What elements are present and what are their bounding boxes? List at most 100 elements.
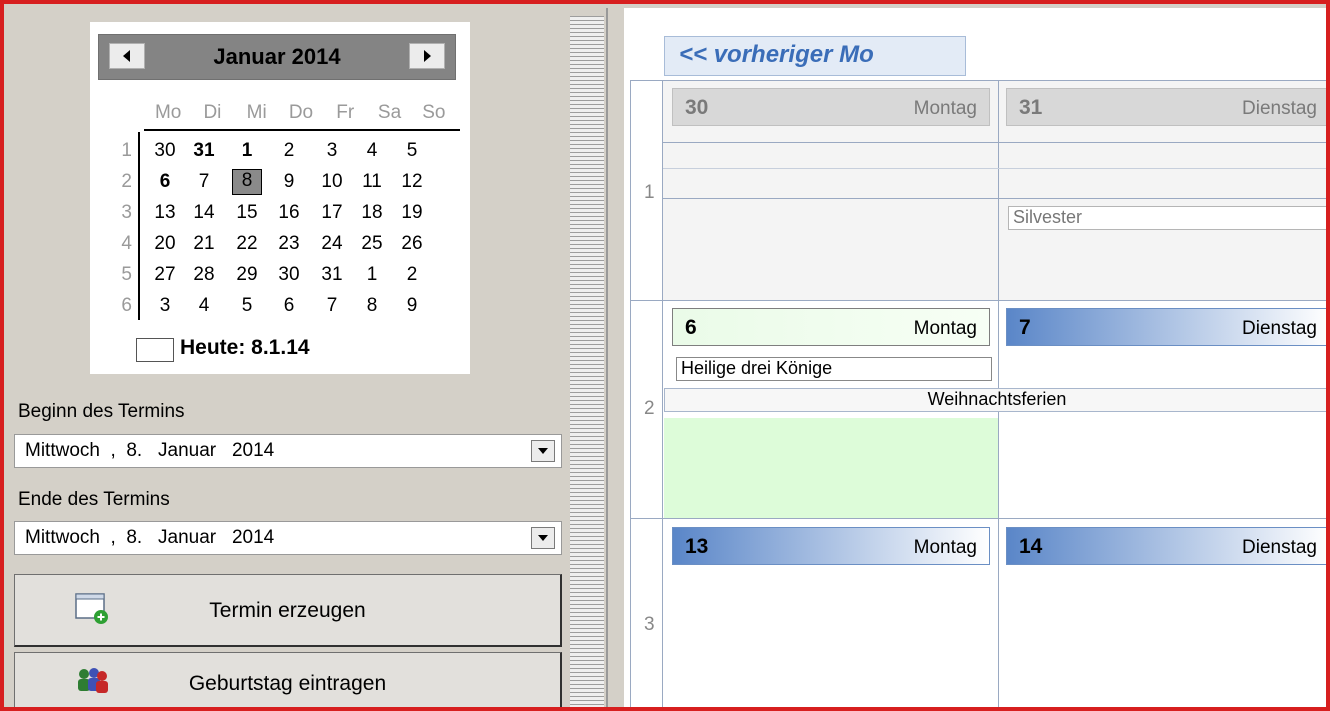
day-number: 6	[685, 316, 697, 339]
calendar-day[interactable]: 28	[183, 264, 225, 286]
weekday-header: Mo Di Mi Do Fr Sa So	[146, 102, 456, 126]
calendar-day[interactable]: 26	[391, 233, 433, 255]
week-number: 3	[644, 614, 655, 635]
day-header[interactable]: 14 Dienstag	[1006, 527, 1326, 565]
calendar-day[interactable]: 31	[311, 264, 353, 286]
app-window: Januar 2014 Mo Di Mi Do Fr Sa So 1 30 31…	[0, 0, 1330, 711]
dropdown-button[interactable]	[531, 440, 555, 462]
divider	[630, 80, 631, 707]
calendar-day[interactable]: 7	[311, 295, 353, 317]
create-appointment-button[interactable]: Termin erzeugen	[14, 574, 562, 647]
day-number: 14	[1019, 535, 1043, 558]
calendar-day[interactable]: 20	[144, 233, 186, 255]
calendar-day[interactable]: 30	[268, 264, 310, 286]
divider	[663, 198, 1326, 199]
next-month-button[interactable]	[409, 43, 445, 69]
calendar-day[interactable]: 12	[391, 171, 433, 193]
calendar-day[interactable]: 30	[144, 140, 186, 162]
weekday-label: Mo	[154, 102, 182, 123]
week-row: 2 6 7 8 9 10 11 12	[108, 169, 468, 201]
calendar-day[interactable]: 9	[268, 171, 310, 193]
calendar-day[interactable]: 14	[183, 202, 225, 224]
day-name: Montag	[913, 318, 977, 339]
calendar-day[interactable]: 3	[144, 295, 186, 317]
splitter-grip	[570, 16, 604, 707]
end-date-value: Mittwoch , 8. Januar 2014	[25, 527, 275, 548]
calendar-day[interactable]: 19	[391, 202, 433, 224]
end-date-picker[interactable]: Mittwoch , 8. Januar 2014	[14, 521, 562, 555]
day-name: Dienstag	[1242, 318, 1317, 339]
calendar-day[interactable]: 4	[183, 295, 225, 317]
calendar-day[interactable]: 2	[268, 140, 310, 162]
calendar-day[interactable]: 6	[268, 295, 310, 317]
week-number: 4	[121, 233, 132, 254]
event-item[interactable]: Silvester	[1008, 206, 1326, 230]
splitter-handle[interactable]	[568, 8, 624, 707]
day-name: Dienstag	[1242, 98, 1317, 119]
dropdown-button[interactable]	[531, 527, 555, 549]
calendar-day[interactable]: 29	[226, 264, 268, 286]
calendar-day[interactable]: 17	[311, 202, 353, 224]
day-header[interactable]: 31 Dienstag	[1006, 88, 1326, 126]
calendar-day[interactable]: 7	[183, 171, 225, 193]
week-number: 5	[121, 264, 132, 285]
calendar-day[interactable]: 13	[144, 202, 186, 224]
week-number: 1	[644, 182, 655, 203]
day-header[interactable]: 30 Montag	[672, 88, 990, 126]
day-header[interactable]: 13 Montag	[672, 527, 990, 565]
left-panel: Januar 2014 Mo Di Mi Do Fr Sa So 1 30 31…	[8, 8, 568, 707]
month-view: << vorheriger Mo 1 30 Montag 31 Dienstag…	[624, 8, 1326, 707]
calendar-day[interactable]: 5	[226, 295, 268, 317]
divider	[663, 142, 1326, 143]
calendar-day[interactable]: 21	[183, 233, 225, 255]
calendar-day[interactable]: 18	[351, 202, 393, 224]
selected-day[interactable]: 8	[232, 169, 262, 195]
calendar-day[interactable]: 16	[268, 202, 310, 224]
calendar-day[interactable]: 23	[268, 233, 310, 255]
previous-month-label: << vorheriger Mo	[679, 41, 874, 68]
day-name: Montag	[913, 537, 977, 558]
calendar-day[interactable]: 1	[351, 264, 393, 286]
start-date-value: Mittwoch , 8. Januar 2014	[25, 440, 275, 461]
today-link[interactable]: Heute: 8.1.14	[136, 336, 310, 362]
calendar-day[interactable]: 5	[391, 140, 433, 162]
day-name: Dienstag	[1242, 537, 1317, 558]
calendar-day[interactable]: 15	[226, 202, 268, 224]
week-number: 2	[121, 171, 132, 192]
chevron-down-icon	[538, 535, 548, 541]
today-highlight	[664, 418, 998, 518]
chevron-down-icon	[538, 448, 548, 454]
today-label: Heute: 8.1.14	[180, 336, 310, 359]
weekday-label: So	[422, 102, 446, 123]
calendar-day[interactable]: 6	[144, 171, 186, 193]
calendar-day[interactable]: 22	[226, 233, 268, 255]
calendar-header: Januar 2014	[98, 34, 456, 80]
calendar-day[interactable]: 31	[183, 140, 225, 162]
weekday-label: Do	[288, 102, 314, 123]
day-name: Montag	[913, 98, 977, 119]
event-item[interactable]: Heilige drei Könige	[676, 357, 992, 381]
calendar-day[interactable]: 24	[311, 233, 353, 255]
calendar-day[interactable]: 27	[144, 264, 186, 286]
day-header[interactable]: 7 Dienstag	[1006, 308, 1326, 346]
add-birthday-label: Geburtstag eintragen	[188, 672, 387, 695]
event-item[interactable]: Weihnachtsferien	[664, 388, 1326, 412]
end-label: Ende des Termins	[18, 489, 170, 510]
calendar-day[interactable]: 10	[311, 171, 353, 193]
calendar-day[interactable]: 4	[351, 140, 393, 162]
weekday-label: Fr	[336, 102, 355, 123]
calendar-day[interactable]: 11	[351, 171, 393, 193]
add-birthday-button[interactable]: Geburtstag eintragen	[14, 652, 562, 707]
calendar-day[interactable]: 8	[351, 295, 393, 317]
calendar-day[interactable]: 1	[226, 140, 268, 162]
day-header[interactable]: 6 Montag	[672, 308, 990, 346]
calendar-day[interactable]: 2	[391, 264, 433, 286]
previous-month-button[interactable]: << vorheriger Mo	[664, 36, 966, 76]
create-appointment-label: Termin erzeugen	[209, 599, 366, 622]
calendar-day[interactable]: 25	[351, 233, 393, 255]
start-date-picker[interactable]: Mittwoch , 8. Januar 2014	[14, 434, 562, 468]
calendar-day[interactable]: 9	[391, 295, 433, 317]
calendar-day[interactable]: 3	[311, 140, 353, 162]
mini-calendar: Januar 2014 Mo Di Mi Do Fr Sa So 1 30 31…	[90, 22, 470, 374]
weekday-label: Sa	[377, 102, 402, 123]
